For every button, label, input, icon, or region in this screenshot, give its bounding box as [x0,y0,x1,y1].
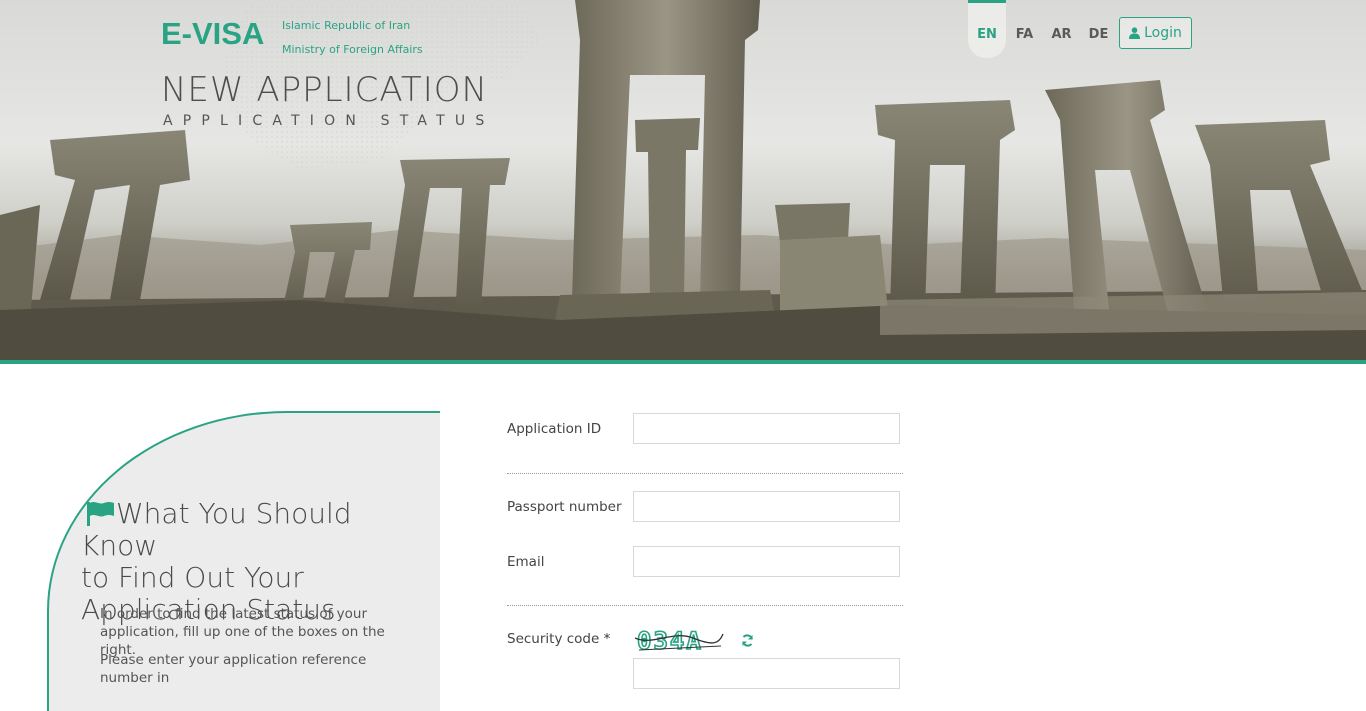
required-marker: * [603,631,611,647]
security-code-input[interactable] [633,658,900,689]
page-subtitle: APPLICATION STATUS [163,113,495,129]
info-heading-line2: to Find Out Your [81,561,304,594]
page-title: NEW APPLICATION [161,70,488,110]
security-code-label-text: Security code [507,631,600,647]
application-id-input[interactable] [633,413,900,444]
login-button[interactable]: Login [1119,17,1192,49]
persepolis-ruins-image [0,0,1366,360]
brand-subtitle-ministry: Ministry of Foreign Affairs [282,43,423,56]
user-icon [1129,27,1141,39]
email-label: Email [507,554,545,570]
login-label: Login [1144,25,1182,41]
application-id-label: Application ID [507,421,602,437]
brand-subtitle-country: Islamic Republic of Iran [282,19,411,32]
info-heading-line1: What You Should Know [81,497,352,562]
flag-icon [87,502,114,526]
captcha-image: 034A [634,626,724,656]
language-en[interactable]: EN [968,0,1006,58]
security-code-label: Security code * [507,631,610,647]
email-input[interactable] [633,546,900,577]
passport-number-input[interactable] [633,491,900,522]
language-fa[interactable]: FA [1006,0,1043,58]
refresh-icon[interactable] [741,634,754,647]
passport-number-label: Passport number [507,499,622,515]
brand-logo[interactable]: E-VISA [161,16,264,52]
hero-divider [0,360,1366,364]
info-paragraph-2: Please enter your application reference … [100,652,367,686]
divider [507,473,903,474]
language-ar[interactable]: AR [1043,0,1080,58]
language-de[interactable]: DE [1080,0,1117,58]
captcha-text: 034A [637,627,703,655]
hero-banner: E-VISA Islamic Republic of Iran Ministry… [0,0,1366,360]
language-switcher: EN FA AR DE [968,0,1117,58]
divider [507,605,903,606]
